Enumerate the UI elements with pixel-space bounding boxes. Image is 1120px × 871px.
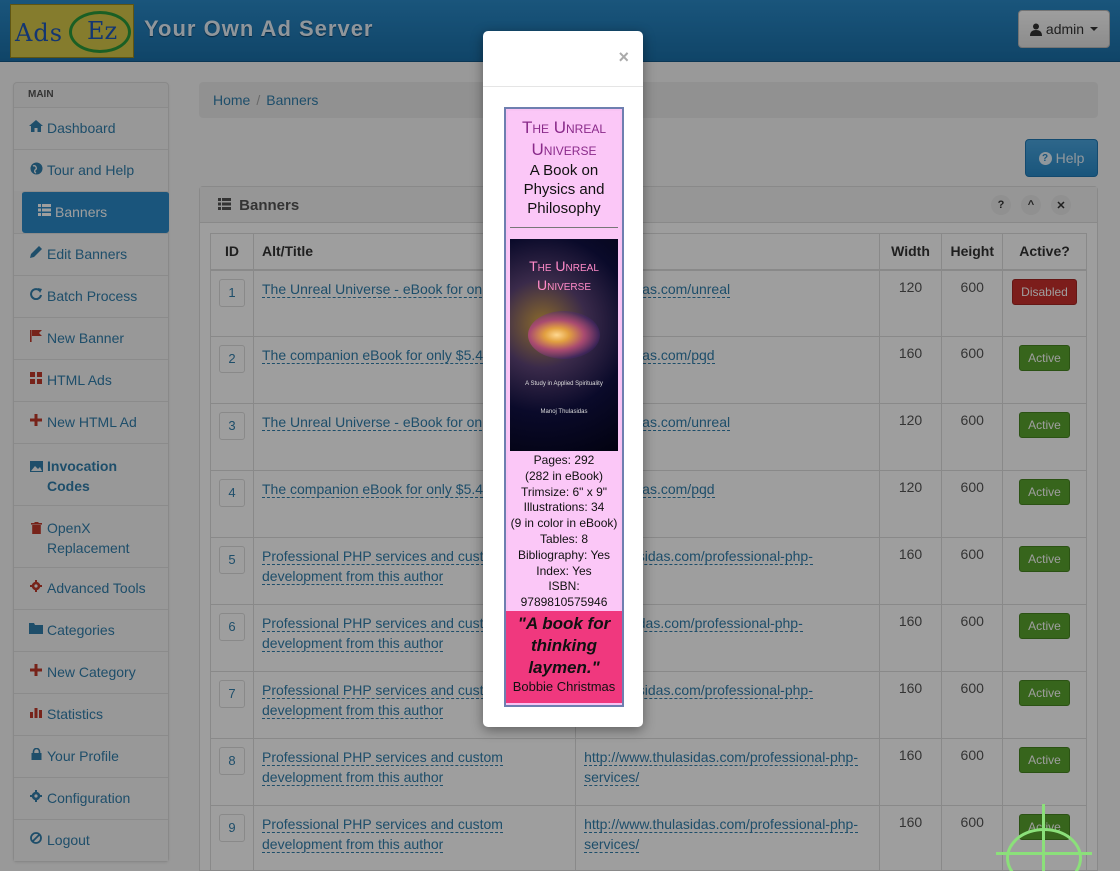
banner-preview-modal: × The Unreal Universe A Book on Physics an… xyxy=(483,31,643,727)
spec-line: Tables: 8 xyxy=(539,531,589,546)
cover-title-line: Universe xyxy=(536,277,591,293)
book-specs: Pages: 292 (282 in eBook) Trimsize: 6" x 9… xyxy=(508,453,620,611)
spec-line: Illustrations: 34 xyxy=(523,500,605,515)
review-quote: "A book for thinking laymen." Bobbie Chris… xyxy=(506,611,622,703)
quote-line: thinking xyxy=(530,636,598,655)
banner-book-subtitle: A Book on Physics and Philosophy xyxy=(508,161,620,218)
spec-line: (282 in eBook) xyxy=(524,468,604,483)
quote-line: "A book for xyxy=(517,614,611,633)
cover-subtitle: A Study in Applied Spirituality xyxy=(525,381,603,387)
banner-subtitle-line: Physics and xyxy=(523,181,605,198)
spec-line: Bibliography: Yes xyxy=(517,547,611,562)
banner-subtitle-line: Philosophy xyxy=(527,200,601,217)
cover-title: The Unreal Universe xyxy=(510,257,618,295)
spec-line: ISBN: xyxy=(548,579,580,594)
quote-line: laymen." xyxy=(528,658,600,677)
spec-line: Trimsize: 6" x 9" xyxy=(520,484,608,499)
spec-line: 9789810575946 xyxy=(520,595,608,610)
banner-background: The Unreal Universe A Book on Physics and P… xyxy=(506,111,622,703)
modal-header: × xyxy=(483,31,643,87)
banner-preview-image[interactable]: The Unreal Universe A Book on Physics and P… xyxy=(504,107,624,707)
banner-subtitle-line: A Book on xyxy=(529,162,599,179)
close-icon[interactable]: × xyxy=(618,47,629,68)
crosshair-cursor-icon xyxy=(996,804,1092,871)
book-cover-image: The Unreal Universe A Study in Applied Sp… xyxy=(510,239,618,451)
cover-title-line: The Unreal xyxy=(529,258,599,274)
spec-line: (9 in color in eBook) xyxy=(510,516,618,531)
cover-author: Manoj Thulasidas xyxy=(540,409,588,415)
banner-divider xyxy=(510,227,618,228)
banner-title-line: The Unreal xyxy=(521,118,607,137)
nebula-graphic xyxy=(528,311,600,359)
quote-author: Bobbie Christmas xyxy=(512,679,616,694)
banner-title-line: Universe xyxy=(531,140,597,159)
banner-book-title: The Unreal Universe xyxy=(508,117,620,161)
spec-line: Pages: 292 xyxy=(533,453,595,467)
spec-line: Index: Yes xyxy=(536,563,592,578)
